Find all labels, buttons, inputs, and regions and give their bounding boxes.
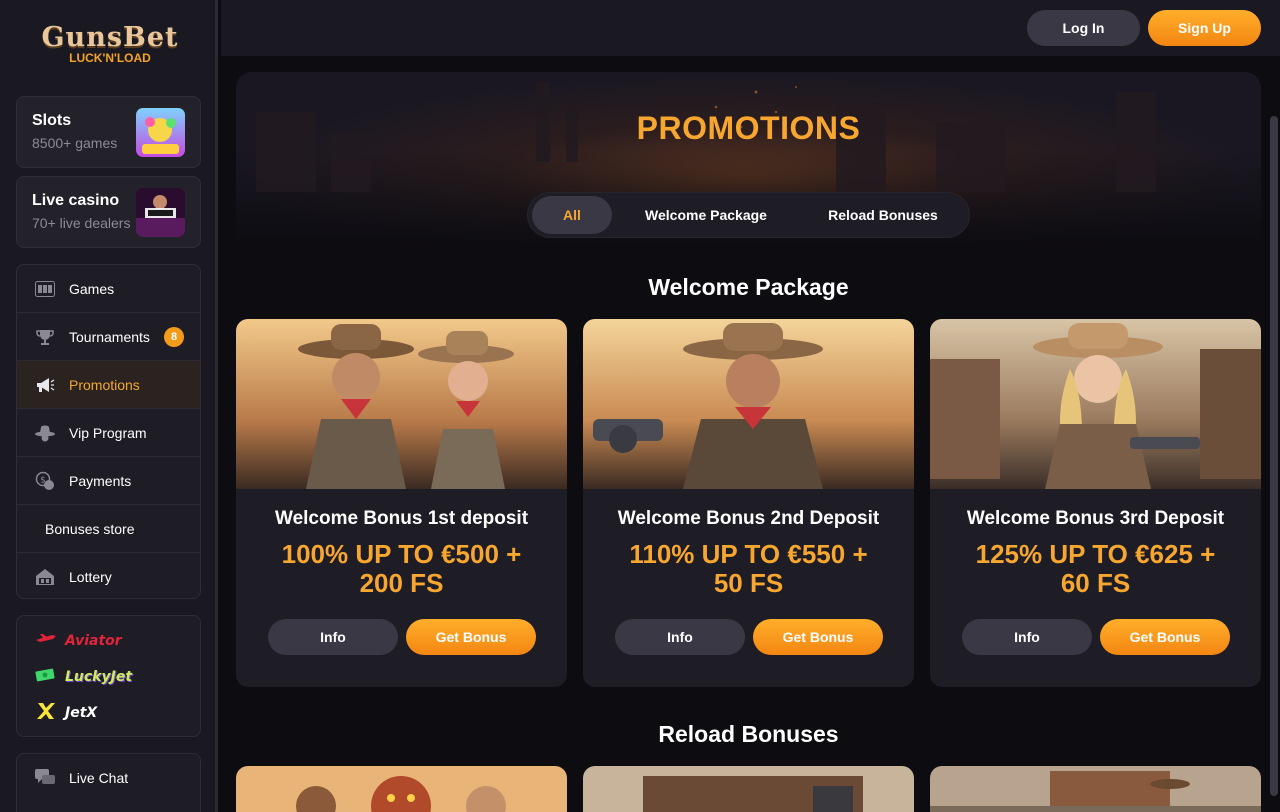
info-button[interactable]: Info xyxy=(962,619,1092,655)
lottery-icon xyxy=(35,567,55,587)
nav-label: Tournaments xyxy=(69,328,150,345)
offer-line: 100% UP TO €500 + xyxy=(281,539,522,569)
nav-label: Vip Program xyxy=(69,424,147,441)
tab-all[interactable]: All xyxy=(532,196,612,234)
offer-line: 60 FS xyxy=(1060,568,1131,598)
info-button[interactable]: Info xyxy=(615,619,745,655)
trophy-icon xyxy=(35,327,55,347)
category-subtitle: 70+ live dealers xyxy=(32,215,131,231)
card-image xyxy=(930,319,1261,489)
live-chat-button[interactable]: Live Chat xyxy=(17,754,200,802)
game-jetx[interactable]: JetX xyxy=(35,702,97,724)
quick-games: Aviator LuckyJet JetX xyxy=(16,615,201,737)
card-image xyxy=(583,319,914,489)
nav-label: Bonuses store xyxy=(45,520,135,537)
game-name: JetX xyxy=(65,705,98,721)
card-title: Welcome Bonus 3rd Deposit xyxy=(966,508,1225,529)
offer-line: 125% UP TO €625 + xyxy=(975,539,1216,569)
promo-card: Welcome Bonus 3rd Deposit 125% UP TO €62… xyxy=(930,319,1261,687)
category-title: Slots xyxy=(32,112,72,129)
card-offer: 125% UP TO €625 +60 FS xyxy=(950,540,1241,598)
nav-label: Games xyxy=(69,280,115,297)
coins-icon: $ xyxy=(35,471,55,491)
reload-card-image[interactable] xyxy=(930,766,1261,812)
nav-item-lottery[interactable]: Lottery xyxy=(17,553,200,598)
card-title: Welcome Bonus 1st deposit xyxy=(274,508,529,529)
game-aviator[interactable]: Aviator xyxy=(35,630,122,652)
nav-label: Payments xyxy=(69,472,132,489)
slots-thumbnail xyxy=(136,108,185,157)
money-icon xyxy=(35,668,57,687)
nav-item-games[interactable]: Games xyxy=(17,265,200,313)
page-title: PROMOTIONS xyxy=(636,110,861,146)
promo-card: Welcome Bonus 2nd Deposit 110% UP TO €55… xyxy=(583,319,914,687)
section-title-welcome: Welcome Package xyxy=(648,274,849,300)
nav-label: Live Chat xyxy=(69,770,129,786)
game-luckyjet[interactable]: LuckyJet xyxy=(35,666,132,688)
game-name: LuckyJet xyxy=(65,669,133,685)
category-slots[interactable]: Slots 8500+ games xyxy=(16,96,201,168)
get-bonus-button[interactable]: Get Bonus xyxy=(753,619,883,655)
sidebar: GunsBet LUCK'N'LOAD Slots 8500+ games Li… xyxy=(0,0,218,812)
promo-tabs: All Welcome Package Reload Bonuses xyxy=(527,192,970,238)
offer-line: 50 FS xyxy=(713,568,784,598)
card-offer: 100% UP TO €500 +200 FS xyxy=(256,540,547,598)
card-offer: 110% UP TO €550 +50 FS xyxy=(603,540,894,598)
signup-button[interactable]: Sign Up xyxy=(1148,10,1261,46)
nav-label: Promotions xyxy=(69,376,140,393)
offer-line: 110% UP TO €550 + xyxy=(629,539,868,569)
card-image xyxy=(236,319,567,489)
reload-card-image[interactable] xyxy=(236,766,567,812)
chat-bubbles-icon xyxy=(35,768,55,788)
nav-item-bonuses-store[interactable]: Bonuses store xyxy=(17,505,200,553)
cowboy-hat-icon xyxy=(35,423,55,443)
nav-label: Lottery xyxy=(69,569,112,585)
tab-welcome-package[interactable]: Welcome Package xyxy=(628,196,784,234)
category-live-casino[interactable]: Live casino 70+ live dealers xyxy=(16,176,201,248)
plane-icon xyxy=(35,632,57,650)
main-nav: Games Tournaments 8 Promotions Vip Progr… xyxy=(16,264,201,599)
section-title-reload: Reload Bonuses xyxy=(658,721,839,747)
info-button[interactable]: Info xyxy=(268,619,398,655)
offer-line: 200 FS xyxy=(359,568,444,598)
category-title: Live casino xyxy=(32,192,120,209)
scrollbar-thumb[interactable] xyxy=(1270,116,1278,796)
nav-item-payments[interactable]: $ Payments xyxy=(17,457,200,505)
nav-item-promotions[interactable]: Promotions xyxy=(17,361,200,409)
tournaments-count-badge: 8 xyxy=(164,326,184,347)
get-bonus-button[interactable]: Get Bonus xyxy=(1100,619,1230,655)
gunsbet-logo[interactable]: GunsBet LUCK'N'LOAD xyxy=(30,20,190,76)
tab-reload-bonuses[interactable]: Reload Bonuses xyxy=(804,196,962,234)
chat-box: Live Chat xyxy=(16,753,201,812)
live-casino-thumbnail xyxy=(136,188,185,237)
card-title: Welcome Bonus 2nd Deposit xyxy=(617,508,880,529)
login-button[interactable]: Log In xyxy=(1027,10,1140,46)
nav-item-vip-program[interactable]: Vip Program xyxy=(17,409,200,457)
nav-item-tournaments[interactable]: Tournaments 8 xyxy=(17,313,200,361)
promo-card: Welcome Bonus 1st deposit 100% UP TO €50… xyxy=(236,319,567,687)
category-subtitle: 8500+ games xyxy=(32,135,118,151)
megaphone-icon xyxy=(35,375,55,395)
game-name: Aviator xyxy=(65,633,122,649)
get-bonus-button[interactable]: Get Bonus xyxy=(406,619,536,655)
slot-machine-icon xyxy=(35,279,55,299)
jetx-x-icon xyxy=(35,702,57,725)
reload-card-image[interactable] xyxy=(583,766,914,812)
page-scrollbar[interactable] xyxy=(1268,56,1280,812)
